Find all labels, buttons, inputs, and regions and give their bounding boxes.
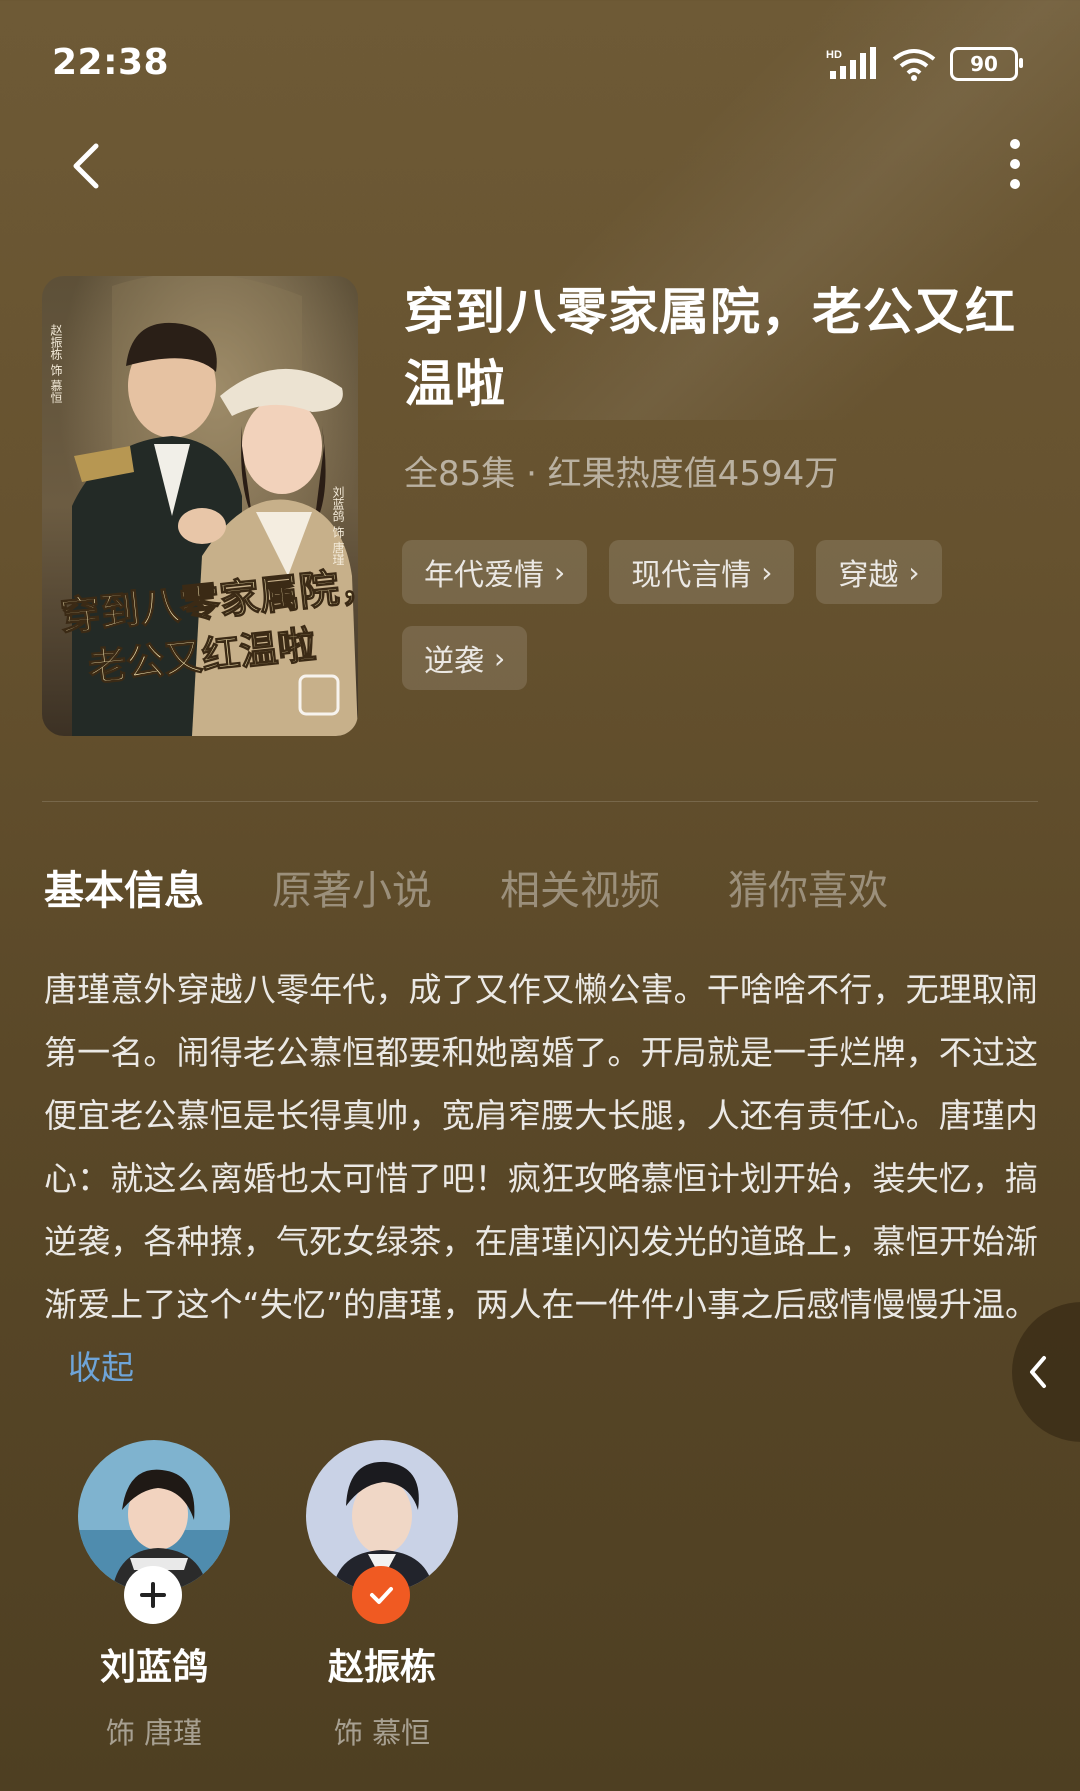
more-options-button[interactable] <box>990 130 1040 200</box>
drama-meta: 全85集 · 红果热度值4594万 <box>404 454 839 494</box>
chevron-left-icon <box>73 143 99 189</box>
status-icons: HD 90 <box>826 46 1023 82</box>
battery-indicator: 90 <box>950 47 1023 81</box>
tag-label: 逆袭 <box>424 644 484 679</box>
tag-label: 现代言情 <box>631 558 752 593</box>
tag-item[interactable]: 穿越 › <box>816 540 942 604</box>
actor-avatar-wrap[interactable] <box>78 1440 230 1624</box>
tag-label: 穿越 <box>838 558 899 593</box>
signal-icon: HD <box>826 47 876 79</box>
chevron-right-icon: › <box>908 555 920 589</box>
tag-item[interactable]: 现代言情 › <box>609 540 795 604</box>
synopsis-text: 唐瑾意外穿越八零年代，成了又作又懒公害。干啥啥不行，无理取闹第一名。闹得老公慕恒… <box>44 970 1038 1324</box>
cast-list: 刘蓝鸽 饰 唐瑾 赵振栋 饰 慕恒 <box>78 1440 458 1752</box>
poster-credit-right: 刘蓝鸽 饰 唐瑾 <box>331 486 345 566</box>
poster-credit-left: 赵振栋 饰 慕恒 <box>49 324 63 404</box>
chevron-left-icon <box>1030 1356 1046 1388</box>
drama-title: 穿到八零家属院，老公又红温啦 <box>404 283 1016 413</box>
tab-basic-info[interactable]: 基本信息 <box>44 858 204 916</box>
actor-name[interactable]: 刘蓝鸽 <box>100 1638 208 1690</box>
collapse-link[interactable]: 收起 <box>68 1348 134 1387</box>
more-vertical-icon <box>1010 139 1020 189</box>
section-divider <box>42 801 1038 802</box>
wifi-icon <box>892 49 936 81</box>
actor-avatar-wrap[interactable] <box>306 1440 458 1624</box>
back-button[interactable] <box>60 130 120 200</box>
followed-badge[interactable] <box>352 1566 410 1624</box>
chevron-right-icon: › <box>554 555 566 589</box>
drama-poster[interactable]: 赵振栋 饰 慕恒 刘蓝鸽 饰 唐瑾 穿到八零家属院， 老公又红温啦 <box>42 276 358 736</box>
side-drawer-handle[interactable] <box>1012 1302 1080 1442</box>
status-bar: 22:38 HD 90 <box>0 0 1080 130</box>
actor-role: 饰 慕恒 <box>333 1716 431 1750</box>
hd-label: HD <box>826 49 842 61</box>
tag-item[interactable]: 逆袭 › <box>402 626 528 690</box>
tag-label: 年代爱情 <box>424 558 544 593</box>
tab-recommendations[interactable]: 猜你喜欢 <box>728 858 888 916</box>
actor-name[interactable]: 赵振栋 <box>328 1638 436 1690</box>
follow-button[interactable] <box>124 1566 182 1624</box>
tag-item[interactable]: 年代爱情 › <box>402 540 588 604</box>
actor-role: 饰 唐瑾 <box>105 1716 203 1750</box>
tab-original-novel[interactable]: 原著小说 <box>272 858 432 916</box>
battery-level: 90 <box>970 52 998 76</box>
tag-list: 年代爱情 › 现代言情 › 穿越 › 逆袭 › <box>402 540 1022 690</box>
check-icon <box>370 1587 393 1604</box>
tab-bar: 基本信息 原著小说 相关视频 猜你喜欢 <box>44 858 888 916</box>
chevron-right-icon: › <box>494 641 506 675</box>
synopsis: 唐瑾意外穿越八零年代，成了又作又懒公害。干啥啥不行，无理取闹第一名。闹得老公慕恒… <box>44 958 1038 1399</box>
cast-member: 刘蓝鸽 饰 唐瑾 <box>78 1440 230 1752</box>
poster-image: 赵振栋 饰 慕恒 刘蓝鸽 饰 唐瑾 穿到八零家属院， 老公又红温啦 <box>42 276 358 736</box>
chevron-right-icon: › <box>761 555 773 589</box>
tab-related-videos[interactable]: 相关视频 <box>500 858 660 916</box>
plus-icon <box>140 1582 166 1608</box>
cast-member: 赵振栋 饰 慕恒 <box>306 1440 458 1752</box>
status-time: 22:38 <box>52 42 170 83</box>
